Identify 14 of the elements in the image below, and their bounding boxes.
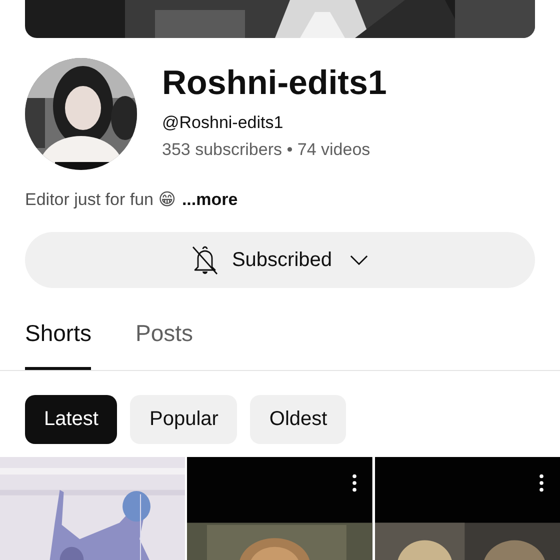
channel-description: Editor just for fun 😁 (25, 189, 176, 211)
subscribe-button[interactable]: Subscribed (25, 232, 535, 288)
more-link[interactable]: ...more (182, 188, 238, 212)
more-options-icon[interactable] (352, 474, 357, 492)
tab[interactable]: Posts (135, 320, 194, 370)
channel-name: Roshni-edits1 (162, 63, 387, 103)
tab[interactable]: Shorts (25, 320, 92, 370)
channel-handle: @Roshni-edits1 (162, 112, 284, 134)
chevron-down-icon (350, 254, 368, 266)
more-options-icon[interactable] (538, 474, 544, 492)
channel-stats: 353 subscribers • 74 videos (162, 139, 372, 161)
filter-chip[interactable]: Popular (130, 395, 238, 444)
filter-chip[interactable]: Latest (25, 395, 118, 444)
filter-chip[interactable]: Oldest (250, 395, 346, 444)
